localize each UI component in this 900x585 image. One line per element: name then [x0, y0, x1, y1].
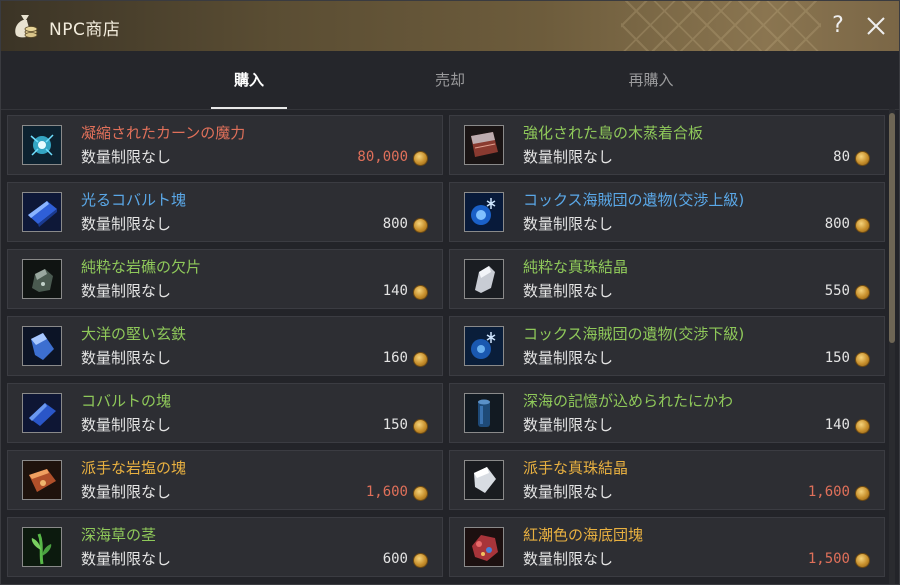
item-limit: 数量制限なし [81, 550, 172, 568]
silver-coin-icon [855, 218, 870, 233]
item-price: 160 [382, 350, 408, 366]
money-bag-icon [15, 15, 38, 38]
item-name: 凝縮されたカーンの魔力 [81, 124, 246, 142]
pirate-relic-icon [464, 326, 504, 366]
tab-sell[interactable]: 売却 [400, 69, 500, 90]
item-limit: 数量制限なし [523, 550, 614, 568]
item-name: 派手な真珠結晶 [523, 459, 629, 477]
item-limit: 数量制限なし [81, 282, 172, 300]
item-limit: 数量制限なし [81, 215, 172, 233]
item-name: 純粋な岩礁の欠片 [81, 258, 202, 276]
tab-bar: 購入 売却 再購入 [1, 51, 899, 110]
shining-cobalt-icon [22, 192, 62, 232]
list-item[interactable]: 純粋な岩礁の欠片 数量制限なし 140 [7, 249, 443, 309]
window-title: NPC商店 [49, 20, 121, 40]
list-item[interactable]: 凝縮されたカーンの魔力 数量制限なし 80,000 [7, 115, 443, 175]
glue-icon [464, 393, 504, 433]
silver-coin-icon [855, 151, 870, 166]
list-item[interactable]: 強化された島の木蒸着合板 数量制限なし 80 [449, 115, 885, 175]
list-item[interactable]: 光るコバルト塊 数量制限なし 800 [7, 182, 443, 242]
item-price: 800 [824, 216, 850, 232]
list-item[interactable]: 深海の記憶が込められたにかわ 数量制限なし 140 [449, 383, 885, 443]
item-name: 派手な岩塩の塊 [81, 459, 187, 477]
item-price: 550 [824, 283, 850, 299]
kharn-energy-icon [22, 125, 62, 165]
title-bar[interactable]: NPC商店 ? [1, 1, 899, 52]
list-item[interactable]: コックス海賊団の遺物(交渉上級) 数量制限なし 800 [449, 182, 885, 242]
silver-coin-icon [413, 151, 428, 166]
item-price: 1,600 [365, 484, 408, 500]
close-icon[interactable] [863, 13, 889, 39]
list-item[interactable]: 派手な真珠結晶 数量制限なし 1,600 [449, 450, 885, 510]
item-price: 150 [824, 350, 850, 366]
list-item[interactable]: 深海草の茎 数量制限なし 600 [7, 517, 443, 577]
tab-rebuy[interactable]: 再購入 [601, 69, 701, 90]
item-name: 紅潮色の海底団塊 [523, 526, 644, 544]
item-name: 大洋の堅い玄鉄 [81, 325, 187, 343]
item-name: 純粋な真珠結晶 [523, 258, 629, 276]
item-limit: 数量制限なし [81, 349, 172, 367]
list-item[interactable]: 紅潮色の海底団塊 数量制限なし 1,500 [449, 517, 885, 577]
item-limit: 数量制限なし [523, 483, 614, 501]
silver-coin-icon [855, 486, 870, 501]
ocean-iron-icon [22, 326, 62, 366]
reef-fragment-icon [22, 259, 62, 299]
item-name: 強化された島の木蒸着合板 [523, 124, 704, 142]
item-limit: 数量制限なし [523, 215, 614, 233]
scrollbar-thumb[interactable] [889, 113, 895, 343]
item-name: 深海草の茎 [81, 526, 157, 544]
list-item[interactable]: コバルトの塊 数量制限なし 150 [7, 383, 443, 443]
list-item[interactable]: 大洋の堅い玄鉄 数量制限なし 160 [7, 316, 443, 376]
pirate-relic-icon [464, 192, 504, 232]
item-price: 1,500 [807, 551, 850, 567]
item-limit: 数量制限なし [523, 148, 614, 166]
tab-buy[interactable]: 購入 [199, 69, 299, 90]
item-price: 80 [833, 149, 850, 165]
item-price: 140 [824, 417, 850, 433]
item-price: 800 [382, 216, 408, 232]
rock-salt-icon [22, 460, 62, 500]
item-limit: 数量制限なし [81, 148, 172, 166]
list-item[interactable]: 派手な岩塩の塊 数量制限なし 1,600 [7, 450, 443, 510]
item-limit: 数量制限なし [523, 282, 614, 300]
silver-coin-icon [413, 285, 428, 300]
silver-coin-icon [413, 218, 428, 233]
silver-coin-icon [855, 419, 870, 434]
seaweed-stem-icon [22, 527, 62, 567]
item-name: コバルトの塊 [81, 392, 172, 410]
cobalt-lump-icon [22, 393, 62, 433]
silver-coin-icon [413, 419, 428, 434]
item-price: 150 [382, 417, 408, 433]
item-price: 140 [382, 283, 408, 299]
silver-coin-icon [413, 553, 428, 568]
npc-shop-window: NPC商店 ? 購入 売却 再購入 凝縮されたカーンの魔力 数量制限なし 80,… [0, 0, 900, 585]
silver-coin-icon [855, 553, 870, 568]
help-button[interactable]: ? [827, 13, 849, 39]
item-price: 80,000 [357, 149, 408, 165]
item-price: 600 [382, 551, 408, 567]
item-list: 凝縮されたカーンの魔力 数量制限なし 80,000 強化された島の木蒸着合板 数… [1, 109, 889, 584]
plywood-icon [464, 125, 504, 165]
item-name: 光るコバルト塊 [81, 191, 187, 209]
flashy-pearl-icon [464, 460, 504, 500]
item-limit: 数量制限なし [523, 416, 614, 434]
item-price: 1,600 [807, 484, 850, 500]
silver-coin-icon [855, 285, 870, 300]
red-nodule-icon [464, 527, 504, 567]
list-item[interactable]: 純粋な真珠結晶 数量制限なし 550 [449, 249, 885, 309]
item-limit: 数量制限なし [81, 483, 172, 501]
item-name: コックス海賊団の遺物(交渉上級) [523, 191, 745, 209]
silver-coin-icon [413, 352, 428, 367]
silver-coin-icon [855, 352, 870, 367]
list-item[interactable]: コックス海賊団の遺物(交渉下級) 数量制限なし 150 [449, 316, 885, 376]
item-name: 深海の記憶が込められたにかわ [523, 392, 734, 410]
item-limit: 数量制限なし [523, 349, 614, 367]
item-name: コックス海賊団の遺物(交渉下級) [523, 325, 745, 343]
item-limit: 数量制限なし [81, 416, 172, 434]
pearl-crystal-icon [464, 259, 504, 299]
title-bar-pattern [621, 1, 821, 51]
silver-coin-icon [413, 486, 428, 501]
